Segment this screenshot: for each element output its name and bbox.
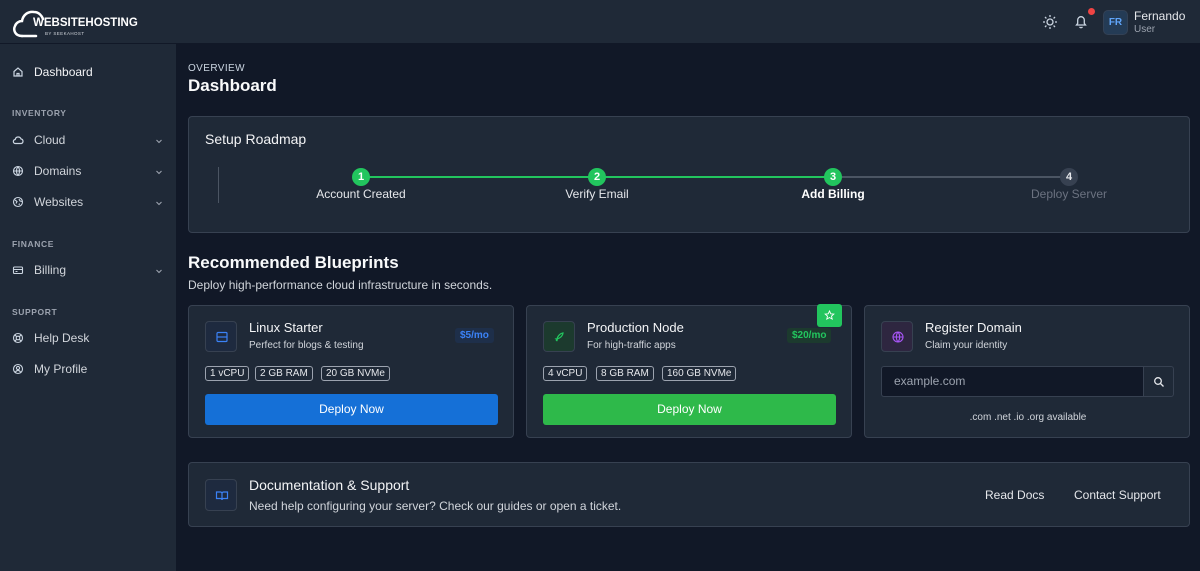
chevron-down-icon bbox=[155, 267, 163, 275]
sidebar-item-label: Help Desk bbox=[34, 331, 90, 345]
sidebar-item-billing[interactable]: Billing bbox=[0, 258, 176, 284]
sun-icon[interactable] bbox=[1040, 12, 1060, 32]
star-badge bbox=[817, 304, 842, 327]
blueprint-description: Perfect for blogs & testing bbox=[249, 340, 364, 351]
documentation-support-card: Documentation & Support Need help config… bbox=[188, 462, 1190, 527]
wallet-icon bbox=[12, 264, 24, 276]
bell-icon[interactable] bbox=[1071, 11, 1091, 31]
sidebar-item-my-profile[interactable]: My Profile bbox=[0, 357, 176, 383]
cloud-icon bbox=[12, 134, 24, 146]
blueprint-card-linux-starter: Linux Starter Perfect for blogs & testin… bbox=[188, 305, 514, 438]
sidebar-section-support: SUPPORT bbox=[12, 307, 58, 317]
step-3-label: Add Billing bbox=[801, 187, 865, 201]
spec-badge: 8 GB RAM bbox=[596, 366, 654, 381]
lifebuoy-icon bbox=[12, 332, 24, 344]
blueprints-title: Recommended Blueprints bbox=[188, 253, 399, 272]
roadmap-title: Setup Roadmap bbox=[205, 131, 307, 147]
chevron-down-icon bbox=[155, 168, 163, 176]
sidebar-item-domains[interactable]: Domains bbox=[0, 159, 176, 185]
contact-support-link[interactable]: Contact Support bbox=[1074, 488, 1161, 502]
roadmap-divider bbox=[218, 167, 219, 203]
blueprint-name: Linux Starter bbox=[249, 320, 323, 335]
step-1-circle: 1 bbox=[352, 168, 370, 186]
spec-badge: 2 GB RAM bbox=[255, 366, 313, 381]
web-icon bbox=[12, 196, 24, 208]
server-icon bbox=[205, 321, 237, 352]
globe-icon bbox=[881, 321, 913, 352]
deploy-now-button[interactable]: Deploy Now bbox=[543, 394, 836, 425]
sidebar-item-cloud[interactable]: Cloud bbox=[0, 128, 176, 154]
chevron-down-icon bbox=[155, 137, 163, 145]
user-role: User bbox=[1134, 24, 1156, 35]
book-icon bbox=[205, 479, 237, 511]
spec-badge: 160 GB NVMe bbox=[662, 366, 737, 381]
sidebar: Dashboard INVENTORY Cloud Domains Websit… bbox=[0, 44, 176, 571]
brand-logo[interactable]: WEBSITEHOSTING BY SEEKAHOST bbox=[12, 5, 138, 39]
setup-roadmap-card: Setup Roadmap 1 Account Created 2 Verify… bbox=[188, 116, 1190, 233]
star-icon bbox=[824, 310, 835, 321]
avatar[interactable]: FR bbox=[1103, 10, 1128, 35]
globe-icon bbox=[12, 165, 24, 177]
spec-badge: 20 GB NVMe bbox=[321, 366, 390, 381]
sidebar-item-help-desk[interactable]: Help Desk bbox=[0, 326, 176, 352]
sidebar-item-label: Dashboard bbox=[34, 65, 93, 79]
register-domain-card: Register Domain Claim your identity exam… bbox=[864, 305, 1190, 438]
domain-search-input[interactable]: example.com bbox=[881, 366, 1143, 397]
sidebar-item-label: Domains bbox=[34, 164, 82, 178]
blueprint-card-production-node: Production Node For high-traffic apps $2… bbox=[526, 304, 852, 438]
step-3-circle: 3 bbox=[824, 168, 842, 186]
domain-tld-note: .com .net .io .org available bbox=[969, 412, 1087, 423]
step-2-circle: 2 bbox=[588, 168, 606, 186]
user-name[interactable]: Fernando bbox=[1134, 9, 1185, 23]
blueprint-name: Production Node bbox=[587, 320, 684, 335]
sidebar-item-label: Cloud bbox=[34, 133, 66, 147]
breadcrumb: OVERVIEW bbox=[188, 63, 245, 74]
domain-card-description: Claim your identity bbox=[925, 340, 1008, 351]
logo-subtext: BY SEEKAHOST bbox=[45, 31, 85, 36]
roadmap-progress-remaining bbox=[833, 176, 1069, 178]
deploy-now-button[interactable]: Deploy Now bbox=[205, 394, 498, 425]
sidebar-item-label: My Profile bbox=[34, 362, 88, 376]
notification-dot bbox=[1088, 8, 1095, 15]
domain-search-button[interactable] bbox=[1143, 366, 1174, 397]
spec-badge: 4 vCPU bbox=[543, 366, 588, 381]
sidebar-section-finance: FINANCE bbox=[12, 239, 54, 249]
step-1-label: Account Created bbox=[316, 187, 406, 201]
top-bar: WEBSITEHOSTING BY SEEKAHOST FR Fernando … bbox=[0, 0, 1200, 44]
sidebar-item-websites[interactable]: Websites bbox=[0, 190, 176, 216]
step-4-circle: 4 bbox=[1060, 168, 1078, 186]
blueprints-subtitle: Deploy high-performance cloud infrastruc… bbox=[188, 278, 493, 292]
sidebar-item-label: Billing bbox=[34, 263, 67, 277]
sidebar-section-inventory: INVENTORY bbox=[12, 108, 67, 118]
support-title: Documentation & Support bbox=[249, 477, 410, 493]
user-icon bbox=[12, 363, 24, 375]
domain-card-title: Register Domain bbox=[925, 320, 1022, 335]
home-icon bbox=[12, 66, 24, 78]
rocket-icon bbox=[543, 321, 575, 352]
sidebar-item-dashboard[interactable]: Dashboard bbox=[0, 60, 176, 86]
logo-text: WEBSITEHOSTING bbox=[33, 17, 138, 29]
step-2-label: Verify Email bbox=[565, 187, 629, 201]
page-title: Dashboard bbox=[188, 76, 277, 95]
sidebar-item-label: Websites bbox=[34, 195, 84, 209]
blueprint-description: For high-traffic apps bbox=[587, 340, 676, 351]
read-docs-link[interactable]: Read Docs bbox=[985, 488, 1044, 502]
price-badge: $5/mo bbox=[455, 328, 494, 343]
support-description: Need help configuring your server? Check… bbox=[249, 499, 622, 513]
price-badge: $20/mo bbox=[787, 328, 832, 343]
search-icon bbox=[1154, 377, 1164, 387]
step-4-label: Deploy Server bbox=[1030, 187, 1108, 201]
chevron-down-icon bbox=[155, 199, 163, 207]
spec-badge: 1 vCPU bbox=[205, 366, 250, 381]
